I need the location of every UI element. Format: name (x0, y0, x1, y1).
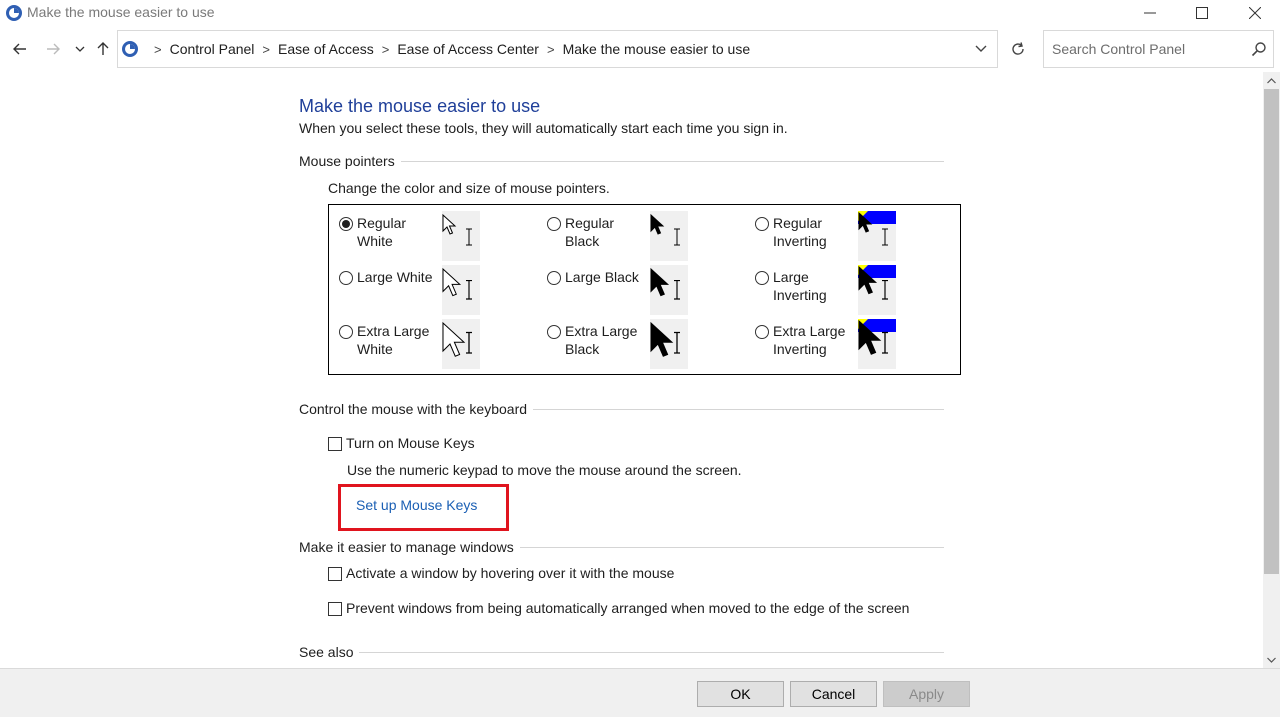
mouse-keys-checkbox[interactable] (328, 437, 342, 451)
recent-locations-button[interactable] (69, 38, 91, 60)
radio-button[interactable] (755, 217, 769, 231)
chevron-right-icon[interactable]: > (547, 42, 555, 57)
forward-button[interactable] (42, 38, 64, 60)
divider (359, 651, 944, 653)
divider (533, 408, 944, 410)
section-heading: Make it easier to manage windows (299, 539, 514, 555)
title-bar: Make the mouse easier to use (0, 0, 1280, 25)
radio-button[interactable] (755, 271, 769, 285)
breadcrumb-ease-of-access[interactable]: Ease of Access (278, 41, 374, 57)
pointer-option-label[interactable]: Regular Black (565, 214, 645, 250)
pointer-preview-icon (858, 319, 896, 369)
pointer-option-label[interactable]: Large White (357, 268, 437, 286)
hover-activate-label[interactable]: Activate a window by hovering over it wi… (346, 565, 674, 581)
breadcrumb-ease-of-access-center[interactable]: Ease of Access Center (397, 41, 539, 57)
pointer-option-label[interactable]: Regular Inverting (773, 214, 853, 250)
divider (519, 546, 944, 548)
page-title: Make the mouse easier to use (299, 96, 541, 116)
main-content: Make the mouse easier to use When you se… (0, 72, 1263, 668)
pointer-option-label[interactable]: Large Inverting (773, 268, 853, 304)
window-title: Make the mouse easier to use (27, 4, 215, 20)
pointer-option-regular-white[interactable]: Regular White (333, 207, 533, 261)
section-heading: Control the mouse with the keyboard (299, 401, 528, 417)
breadcrumb-control-panel[interactable]: Control Panel (170, 41, 255, 57)
pointer-preview-icon (650, 319, 688, 369)
setup-mouse-keys-link[interactable]: Set up Mouse Keys (356, 497, 477, 513)
navigation-bar: > Control Panel > Ease of Access > Ease … (0, 30, 1280, 68)
search-input[interactable]: Search Control Panel (1052, 41, 1185, 57)
section-heading: See also (299, 644, 354, 660)
pointer-preview-icon (650, 265, 688, 315)
radio-button[interactable] (339, 217, 353, 231)
search-icon[interactable] (1251, 41, 1267, 57)
up-button[interactable] (92, 38, 114, 60)
pointer-option-large-white[interactable]: Large White (333, 261, 533, 315)
prevent-snap-checkbox[interactable] (328, 602, 342, 616)
section-heading: Mouse pointers (299, 153, 395, 169)
pointers-intro: Change the color and size of mouse point… (328, 180, 610, 196)
radio-button[interactable] (755, 325, 769, 339)
refresh-button[interactable] (1006, 38, 1030, 60)
address-dropdown-button[interactable] (973, 41, 989, 57)
section-windows: Make it easier to manage windows (299, 538, 944, 556)
pointer-scheme-group: Regular White Regular Black Regular Invert… (328, 204, 961, 375)
pointer-preview-icon (442, 211, 480, 261)
address-bar[interactable]: > Control Panel > Ease of Access > Ease … (117, 30, 998, 68)
mouse-keys-description: Use the numeric keypad to move the mouse… (347, 462, 742, 478)
breadcrumb: > Control Panel > Ease of Access > Ease … (146, 41, 750, 57)
cancel-button[interactable]: Cancel (790, 681, 877, 707)
highlight-box: Set up Mouse Keys (338, 484, 509, 531)
search-box[interactable]: Search Control Panel (1043, 30, 1274, 68)
pointer-option-regular-inverting[interactable]: Regular Inverting (749, 207, 949, 261)
back-button[interactable] (9, 38, 31, 60)
control-panel-icon (121, 40, 139, 58)
minimize-button[interactable] (1127, 0, 1173, 25)
prevent-snap-label[interactable]: Prevent windows from being automatically… (346, 600, 909, 616)
section-see-also: See also (299, 643, 944, 661)
pointer-option-large-black[interactable]: Large Black (541, 261, 741, 315)
divider (400, 160, 944, 162)
vertical-scrollbar[interactable] (1263, 72, 1280, 668)
pointer-option-extra-large-inverting[interactable]: Extra Large Inverting (749, 315, 949, 369)
dialog-footer: OK Cancel Apply (0, 668, 1280, 717)
section-keyboard: Control the mouse with the keyboard (299, 400, 944, 418)
apply-button[interactable]: Apply (883, 681, 970, 707)
pointer-option-regular-black[interactable]: Regular Black (541, 207, 741, 261)
pointer-option-label[interactable]: Extra Large Black (565, 322, 645, 358)
pointer-option-label[interactable]: Regular White (357, 214, 437, 250)
pointer-preview-icon (650, 211, 688, 261)
pointer-preview-icon (858, 265, 896, 315)
pointer-preview-icon (858, 211, 896, 261)
chevron-right-icon[interactable]: > (262, 42, 270, 57)
scroll-up-icon[interactable] (1263, 72, 1280, 89)
radio-button[interactable] (339, 325, 353, 339)
chevron-right-icon[interactable]: > (382, 42, 390, 57)
pointer-option-label[interactable]: Large Black (565, 268, 645, 286)
radio-button[interactable] (547, 217, 561, 231)
radio-button[interactable] (339, 271, 353, 285)
scroll-down-icon[interactable] (1263, 651, 1280, 668)
pointer-preview-icon (442, 319, 480, 369)
pointer-option-extra-large-white[interactable]: Extra Large White (333, 315, 533, 369)
close-button[interactable] (1232, 0, 1278, 25)
hover-activate-checkbox[interactable] (328, 567, 342, 581)
pointer-option-label[interactable]: Extra Large Inverting (773, 322, 853, 358)
chevron-right-icon: > (154, 41, 162, 57)
scrollbar-thumb[interactable] (1264, 89, 1279, 574)
radio-button[interactable] (547, 271, 561, 285)
mouse-keys-label[interactable]: Turn on Mouse Keys (346, 435, 475, 451)
section-mouse-pointers: Mouse pointers (299, 152, 944, 170)
radio-button[interactable] (547, 325, 561, 339)
pointer-option-extra-large-black[interactable]: Extra Large Black (541, 315, 741, 369)
control-panel-icon (5, 4, 23, 22)
pointer-option-large-inverting[interactable]: Large Inverting (749, 261, 949, 315)
pointer-preview-icon (442, 265, 480, 315)
ok-button[interactable]: OK (697, 681, 784, 707)
maximize-button[interactable] (1179, 0, 1225, 25)
page-subtitle: When you select these tools, they will a… (299, 120, 788, 136)
breadcrumb-current-page[interactable]: Make the mouse easier to use (563, 41, 751, 57)
pointer-option-label[interactable]: Extra Large White (357, 322, 437, 358)
